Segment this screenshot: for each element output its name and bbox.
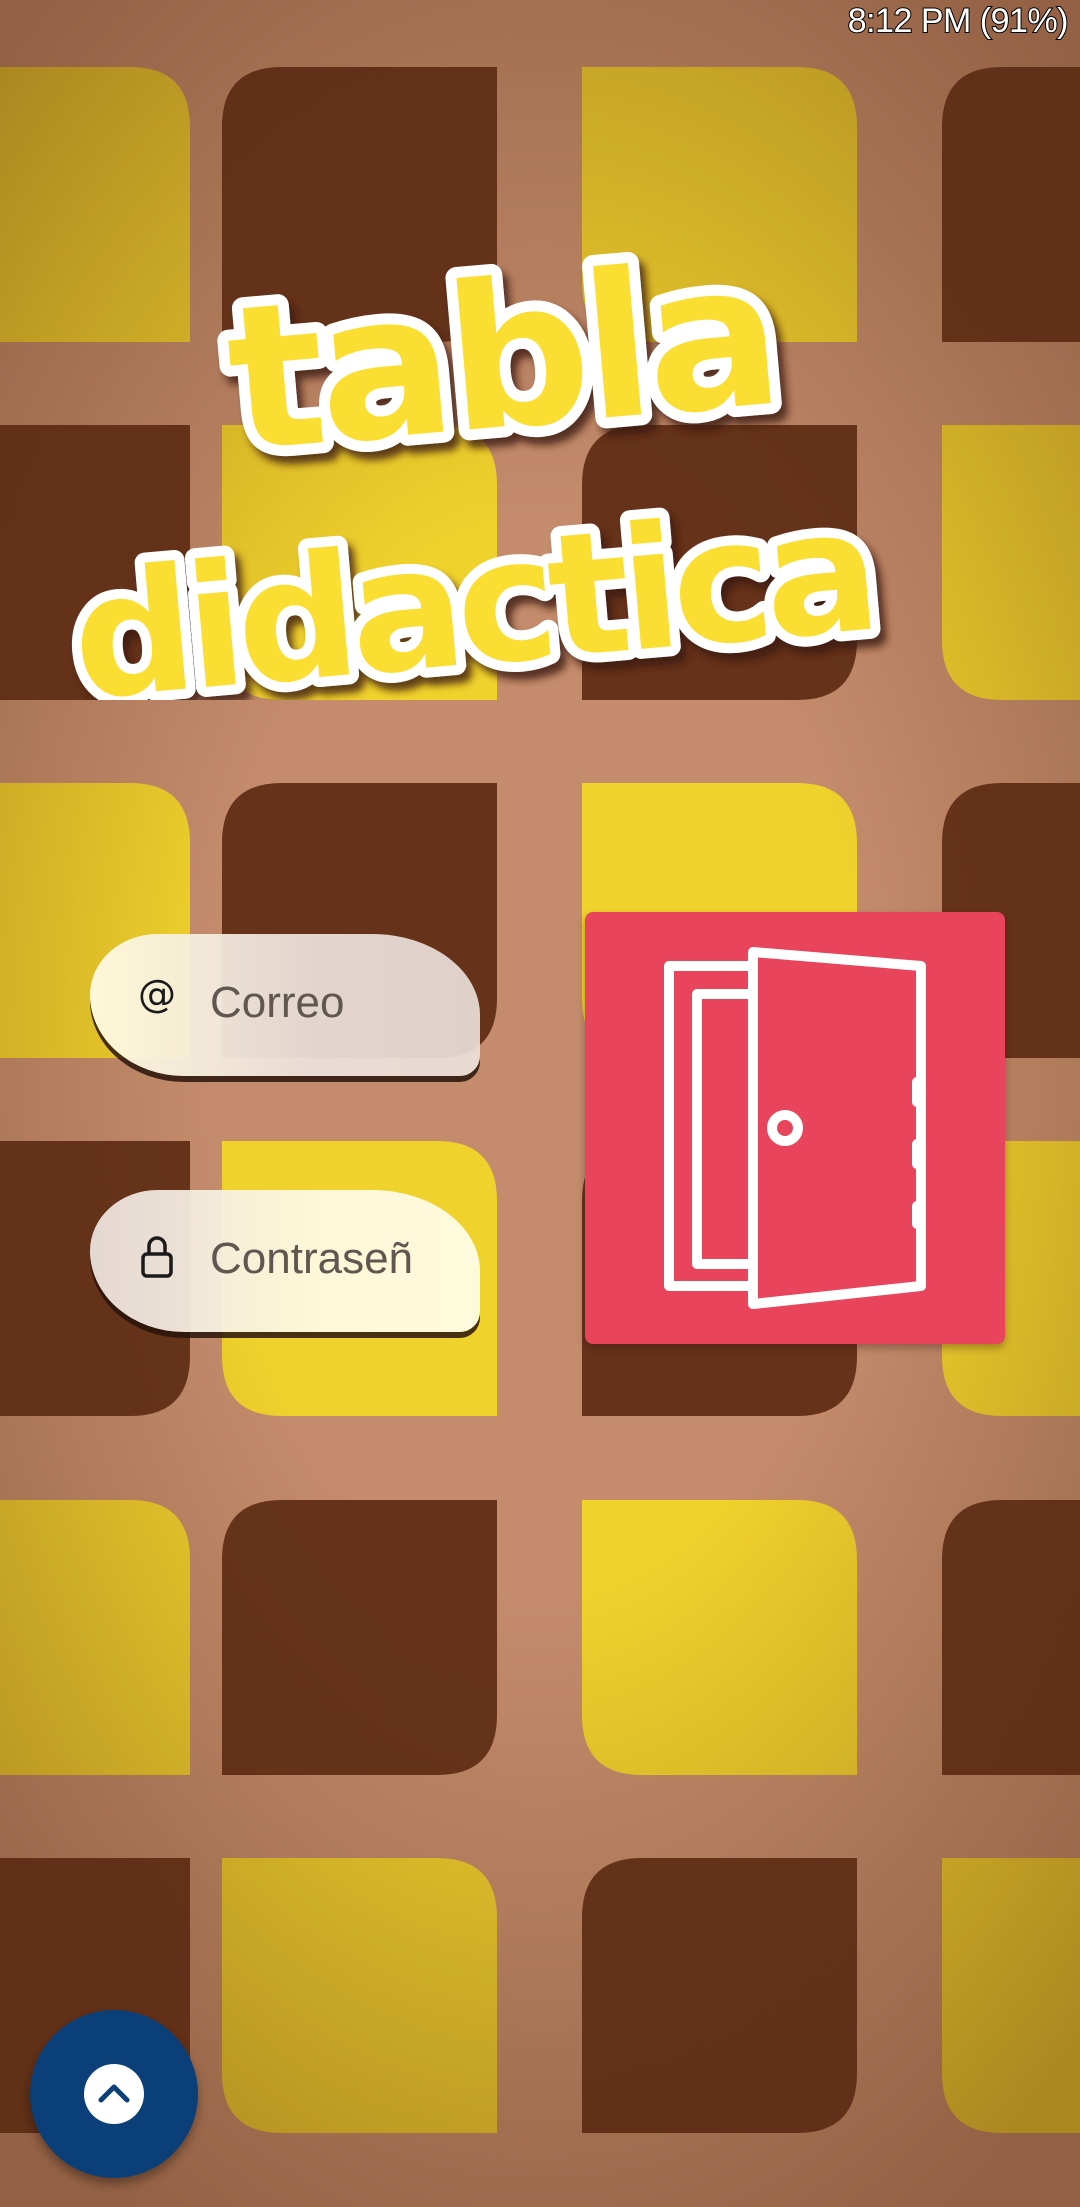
status-bar-text: 8:12 PM (91%)	[847, 1, 1070, 41]
app-logo: tabla didactica	[60, 230, 889, 700]
logo-line1: tabla	[219, 230, 784, 498]
brown-tile	[582, 1858, 857, 2133]
password-field[interactable]: Contraseñ	[90, 1190, 480, 1332]
enter-button[interactable]	[585, 912, 1005, 1344]
open-door-icon	[664, 947, 926, 1309]
email-field[interactable]: @ Correo	[90, 934, 480, 1076]
yellow-tile	[942, 1858, 1080, 2133]
yellow-tile	[222, 1858, 497, 2133]
logo-line2: didactica	[65, 472, 879, 700]
chevron-up-icon	[98, 2084, 130, 2103]
yellow-tile	[0, 1500, 190, 1775]
lock-icon	[141, 1236, 173, 1278]
at-sign-icon: @	[138, 972, 176, 1016]
brown-tile	[222, 1500, 497, 1775]
email-placeholder: Correo	[210, 978, 345, 1027]
password-placeholder: Contraseñ	[210, 1234, 414, 1283]
yellow-tile	[582, 1500, 857, 1775]
brown-tile	[942, 1500, 1080, 1775]
scroll-up-button[interactable]	[30, 2010, 198, 2178]
